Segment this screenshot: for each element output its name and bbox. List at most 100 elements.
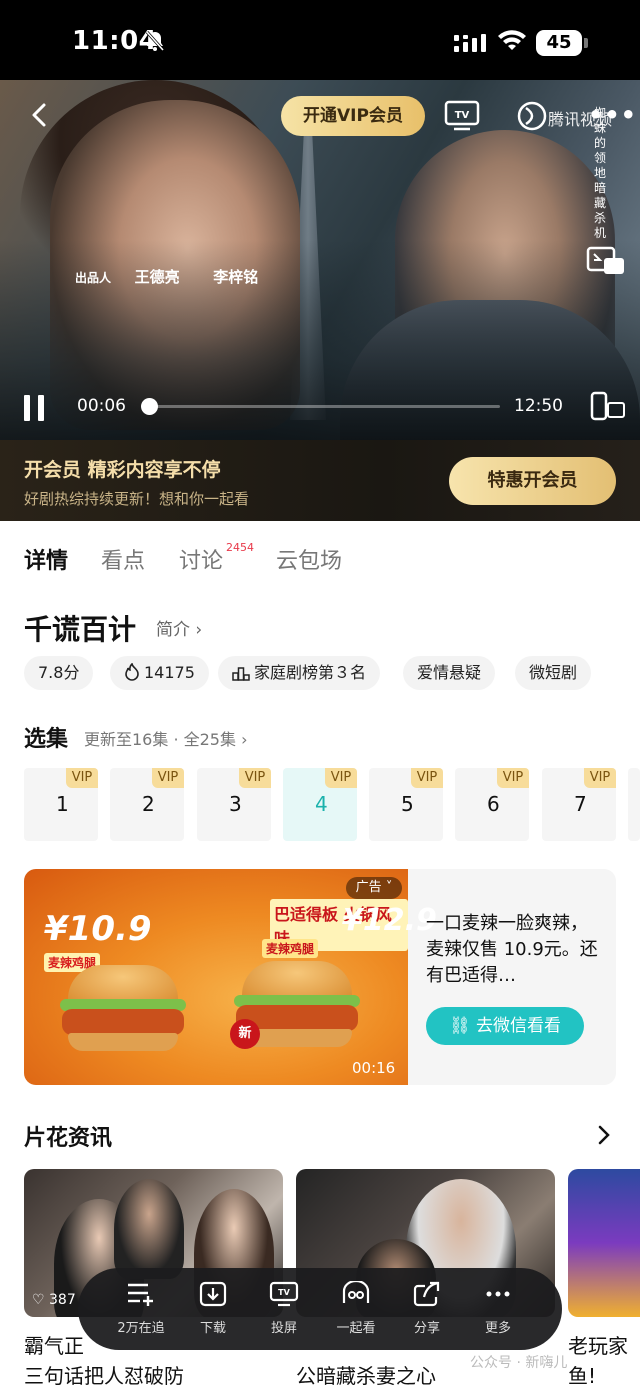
episode-card[interactable]: 7 VIP <box>542 768 616 841</box>
tv-cast-icon[interactable]: TV <box>444 100 480 136</box>
episode-card[interactable]: 3 VIP <box>197 768 271 841</box>
ad-description: 一口麦辣一脸爽辣，麦辣仅售 10.9元。还有巴适得… <box>426 913 598 986</box>
episode-number: 4 <box>315 792 328 816</box>
heat-text: 14175 <box>144 663 195 682</box>
episode-number: 1 <box>56 792 69 816</box>
video-credits: 出品人 王德亮 李梓铭 <box>75 266 286 287</box>
download-icon <box>199 1281 227 1311</box>
back-button[interactable] <box>26 100 56 130</box>
credits-name-1: 王德亮 <box>134 268 180 286</box>
svg-text:TV: TV <box>278 1288 290 1297</box>
ad-image[interactable]: ¥10.9 麦辣鸡腿 巴适得板 火锅风味 ¥12.9 麦辣鸡腿 新 广告 ˅ 0… <box>24 869 437 1085</box>
ranking-tag[interactable]: 家庭剧榜第３名 <box>218 656 381 693</box>
follow-label: 2万在追 <box>117 1321 165 1336</box>
rotate-fullscreen-icon[interactable] <box>590 391 626 425</box>
fire-icon <box>124 659 140 693</box>
episode-number: 2 <box>142 792 155 816</box>
ad-price-left: ¥10.9 <box>44 909 152 949</box>
cast-screen-label: 投屏 <box>270 1321 297 1336</box>
rating-tag: 7.8分 <box>24 656 94 690</box>
total-time: 12:50 <box>514 396 563 416</box>
vip-badge: VIP <box>325 768 357 788</box>
vip-badge: VIP <box>497 768 529 788</box>
trailer-caption-3-line2: 鱼! <box>568 1364 597 1388</box>
cast-screen-button[interactable]: TV 投屏 <box>254 1281 314 1336</box>
tab-discussion[interactable]: 讨论 <box>179 543 223 575</box>
episodes-info-link[interactable]: 更新至16集 · 全25集 › <box>84 726 247 750</box>
episode-card[interactable]: 5 VIP <box>369 768 443 841</box>
download-label: 下载 <box>199 1321 226 1336</box>
ad-tag-label: 广告 <box>355 880 382 895</box>
trailer-thumbnail-3-partial[interactable] <box>568 1169 640 1317</box>
trailer-caption-1-line1: 霸气正义 <box>24 1334 84 1358</box>
cell-signal-icon <box>454 34 488 58</box>
episode-number: 6 <box>487 792 500 816</box>
more-icon <box>484 1291 512 1311</box>
more-button[interactable]: 更多 <box>468 1281 528 1336</box>
trailer-caption-1-line2: 三句话把人怼破防 <box>24 1364 184 1388</box>
wifi-icon <box>498 30 526 56</box>
vip-badge: VIP <box>66 768 98 788</box>
download-button[interactable]: 下载 <box>183 1281 243 1336</box>
watch-together-button[interactable]: 一起看 <box>326 1279 386 1336</box>
genre-text-2: 微短剧 <box>529 663 578 682</box>
credits-label: 出品人 <box>75 271 112 285</box>
episode-number: 7 <box>574 792 587 816</box>
svg-text:TV: TV <box>455 110 470 121</box>
discussion-count-badge: 2454 <box>226 541 254 554</box>
intro-link[interactable]: 简介 › <box>156 615 202 640</box>
picture-in-picture-icon[interactable] <box>586 246 626 280</box>
trailer-like-count: ♡ 387 <box>32 1292 76 1308</box>
discount-membership-button[interactable]: 特惠开会员 <box>449 457 616 505</box>
open-vip-button[interactable]: 开通VIP会员 <box>281 96 425 136</box>
episode-card[interactable]: 6 VIP <box>455 768 529 841</box>
genre-text-1: 爱情悬疑 <box>417 663 482 682</box>
genre-tag-romance-suspense[interactable]: 爱情悬疑 <box>403 656 496 690</box>
vip-badge: VIP <box>411 768 443 788</box>
episode-number: 3 <box>229 792 242 816</box>
cast-screen-icon: TV <box>269 1281 299 1311</box>
burger-image-left <box>58 965 188 1055</box>
chevron-right-icon[interactable] <box>594 1123 614 1151</box>
more-options-icon[interactable]: ••• <box>588 101 637 129</box>
link-icon: ⛓ <box>449 1016 471 1036</box>
episode-card-selected[interactable]: 4 VIP <box>283 768 357 841</box>
add-list-icon <box>126 1283 156 1311</box>
share-button[interactable]: 分享 <box>397 1281 457 1336</box>
trailer-caption-3-line1: 老玩家 <box>568 1334 628 1358</box>
episodes-title: 选集 <box>24 727 69 752</box>
episode-card[interactable]: 1 VIP <box>24 768 98 841</box>
battery-level: 45 <box>536 30 582 56</box>
vip-badge: VIP <box>239 768 271 788</box>
tab-details[interactable]: 详情 <box>24 543 68 575</box>
ranking-icon <box>232 659 250 693</box>
current-time: 00:06 <box>77 396 126 416</box>
more-label: 更多 <box>484 1321 511 1336</box>
status-bar: 11:04 45 <box>0 0 640 80</box>
pause-button[interactable] <box>22 393 48 427</box>
ad-price-right: ¥12.9 <box>342 903 437 938</box>
heat-tag[interactable]: 14175 <box>110 656 209 690</box>
vip-badge: VIP <box>152 768 184 788</box>
new-badge: 新 <box>230 1019 260 1049</box>
go-wechat-label: 去微信看看 <box>476 1016 561 1036</box>
battery-cap <box>584 38 588 48</box>
episode-card[interactable]: 2 VIP <box>110 768 184 841</box>
episode-card-partial[interactable] <box>628 768 640 841</box>
watermark-text: 公众号 · 新嗨儿 <box>470 1355 568 1371</box>
tab-highlights[interactable]: 看点 <box>101 543 145 575</box>
mute-bell-icon <box>144 30 166 56</box>
ad-tag[interactable]: 广告 ˅ <box>346 877 402 899</box>
progress-track[interactable] <box>146 405 500 408</box>
tab-cloud-screening[interactable]: 云包场 <box>276 543 342 575</box>
watch-together-icon <box>341 1279 371 1311</box>
genre-tag-micro-drama[interactable]: 微短剧 <box>515 656 592 690</box>
progress-knob[interactable] <box>141 398 158 415</box>
ad-label-right: 麦辣鸡腿 <box>262 939 319 958</box>
ad-card[interactable]: ¥10.9 麦辣鸡腿 巴适得板 火锅风味 ¥12.9 麦辣鸡腿 新 广告 ˅ 0… <box>24 869 616 1085</box>
watch-together-label: 一起看 <box>336 1321 376 1336</box>
go-wechat-button[interactable]: ⛓ 去微信看看 <box>426 1007 584 1045</box>
ranking-text: 家庭剧榜第３名 <box>254 663 367 682</box>
follow-button[interactable]: 2万在追 <box>111 1281 171 1336</box>
vip-badge: VIP <box>584 768 616 788</box>
